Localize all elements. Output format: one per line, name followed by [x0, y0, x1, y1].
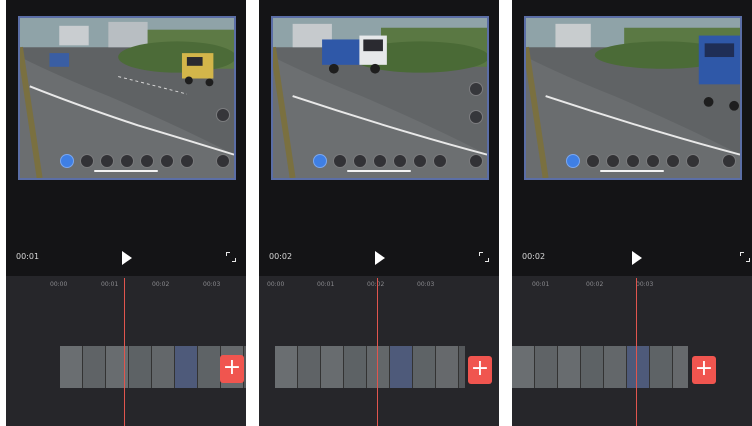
- current-time: 00:02: [269, 252, 293, 261]
- add-clip-button[interactable]: +: [692, 356, 716, 384]
- ruler-label: 00:01: [101, 281, 119, 288]
- editor-screen-2: 00:02 00:00 00:01 00:02 00:03 +: [259, 0, 499, 426]
- thumbnail: [390, 346, 413, 388]
- current-time: 00:01: [16, 252, 40, 261]
- expand-icon[interactable]: [722, 154, 736, 168]
- play-icon[interactable]: [632, 251, 642, 265]
- thumbnail: [198, 346, 221, 388]
- ruler-label: 00:00: [267, 281, 285, 288]
- thumbnail: [175, 346, 198, 388]
- control-icon-4[interactable]: [626, 154, 640, 168]
- ruler-label: 00:03: [636, 281, 654, 288]
- editor-screen-1: 00:01 00:00 00:01 00:02 00:03 +: [6, 0, 246, 426]
- ruler-label: 00:03: [417, 281, 435, 288]
- thumbnail: [129, 346, 152, 388]
- control-icon-6[interactable]: [666, 154, 680, 168]
- add-clip-button[interactable]: +: [468, 356, 492, 384]
- add-clip-button[interactable]: +: [220, 355, 244, 383]
- control-icon-4[interactable]: [373, 154, 387, 168]
- video-preview[interactable]: [271, 16, 489, 180]
- control-icon-4[interactable]: [120, 154, 134, 168]
- thumbnail: [673, 346, 688, 388]
- thumbnail: [83, 346, 106, 388]
- control-icon-2[interactable]: [586, 154, 600, 168]
- ruler-label: 00:02: [367, 281, 385, 288]
- timeline[interactable]: 00:00 00:01 00:02 00:03: [259, 276, 499, 426]
- clip-thumbnails[interactable]: [512, 346, 688, 388]
- editor-screen-3: 00:02 00:01 00:02 00:03 +: [512, 0, 752, 426]
- ruler-label: 00:01: [317, 281, 335, 288]
- control-icon-3[interactable]: [100, 154, 114, 168]
- play-icon[interactable]: [122, 251, 132, 265]
- ruler-label: 00:02: [586, 281, 604, 288]
- thumbnail: [413, 346, 436, 388]
- control-icon-2[interactable]: [333, 154, 347, 168]
- player-controls: [526, 148, 740, 172]
- ruler-label: 00:00: [50, 281, 68, 288]
- playhead[interactable]: [636, 278, 637, 426]
- fullscreen-icon[interactable]: [479, 252, 489, 262]
- control-icon-7[interactable]: [433, 154, 447, 168]
- timeline[interactable]: 00:01 00:02 00:03: [512, 276, 752, 426]
- control-icon-5[interactable]: [140, 154, 154, 168]
- thumbnail: [650, 346, 673, 388]
- clip-thumbnails[interactable]: [275, 346, 465, 388]
- thumbnail: [436, 346, 459, 388]
- thumbnail: [106, 346, 129, 388]
- control-icon-1[interactable]: [566, 154, 580, 168]
- expand-icon[interactable]: [216, 154, 230, 168]
- settings-icon[interactable]: [469, 110, 483, 124]
- settings-icon[interactable]: [469, 82, 483, 96]
- control-icon-7[interactable]: [180, 154, 194, 168]
- video-preview[interactable]: [524, 16, 742, 180]
- thumbnail: [604, 346, 627, 388]
- control-icon-7[interactable]: [686, 154, 700, 168]
- control-icon-3[interactable]: [606, 154, 620, 168]
- progress-indicator: [94, 170, 158, 172]
- timeline[interactable]: 00:00 00:01 00:02 00:03: [6, 276, 246, 426]
- timeline-ruler: 00:00 00:01 00:02 00:03: [259, 278, 499, 290]
- control-icon-1[interactable]: [313, 154, 327, 168]
- video-preview[interactable]: [18, 16, 236, 180]
- timeline-ruler: 00:01 00:02 00:03: [512, 278, 752, 290]
- control-icon-1[interactable]: [60, 154, 74, 168]
- fullscreen-icon[interactable]: [226, 252, 236, 262]
- control-icon-3[interactable]: [353, 154, 367, 168]
- thumbnail: [344, 346, 367, 388]
- thumbnail: [298, 346, 321, 388]
- control-icon-5[interactable]: [646, 154, 660, 168]
- current-time: 00:02: [522, 252, 546, 261]
- ruler-label: 00:01: [532, 281, 550, 288]
- progress-indicator: [347, 170, 411, 172]
- thumbnail: [627, 346, 650, 388]
- thumbnail: [512, 346, 535, 388]
- playhead[interactable]: [377, 278, 378, 426]
- expand-icon[interactable]: [469, 154, 483, 168]
- player-controls: [20, 148, 234, 172]
- player-controls: [273, 148, 487, 172]
- thumbnail: [152, 346, 175, 388]
- thumbnail: [321, 346, 344, 388]
- thumbnail: [581, 346, 604, 388]
- playhead[interactable]: [124, 278, 125, 426]
- control-icon-2[interactable]: [80, 154, 94, 168]
- timeline-ruler: 00:00 00:01 00:02 00:03: [6, 278, 246, 290]
- clip-thumbnails[interactable]: [60, 346, 246, 388]
- thumbnail: [535, 346, 558, 388]
- settings-icon[interactable]: [216, 108, 230, 122]
- progress-indicator: [600, 170, 664, 172]
- control-icon-6[interactable]: [160, 154, 174, 168]
- thumbnail: [367, 346, 390, 388]
- fullscreen-icon[interactable]: [740, 252, 750, 262]
- thumbnail: [60, 346, 83, 388]
- thumbnail: [558, 346, 581, 388]
- play-icon[interactable]: [375, 251, 385, 265]
- control-icon-5[interactable]: [393, 154, 407, 168]
- control-icon-6[interactable]: [413, 154, 427, 168]
- ruler-label: 00:03: [203, 281, 221, 288]
- thumbnail: [275, 346, 298, 388]
- ruler-label: 00:02: [152, 281, 170, 288]
